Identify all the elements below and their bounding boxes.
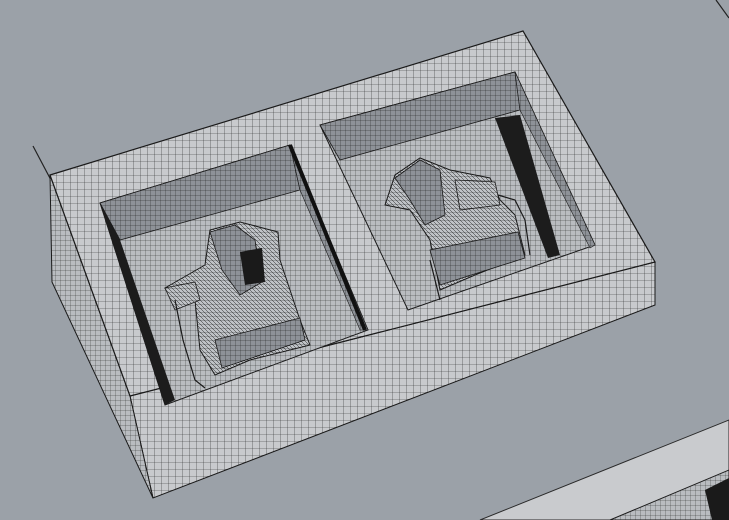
mesh-scene[interactable] (0, 0, 729, 520)
3d-viewport[interactable] (0, 0, 729, 520)
bottom-right-object[interactable] (479, 419, 729, 520)
edge-line-left (32, 145, 53, 183)
edge-line-top-right (715, 0, 729, 19)
